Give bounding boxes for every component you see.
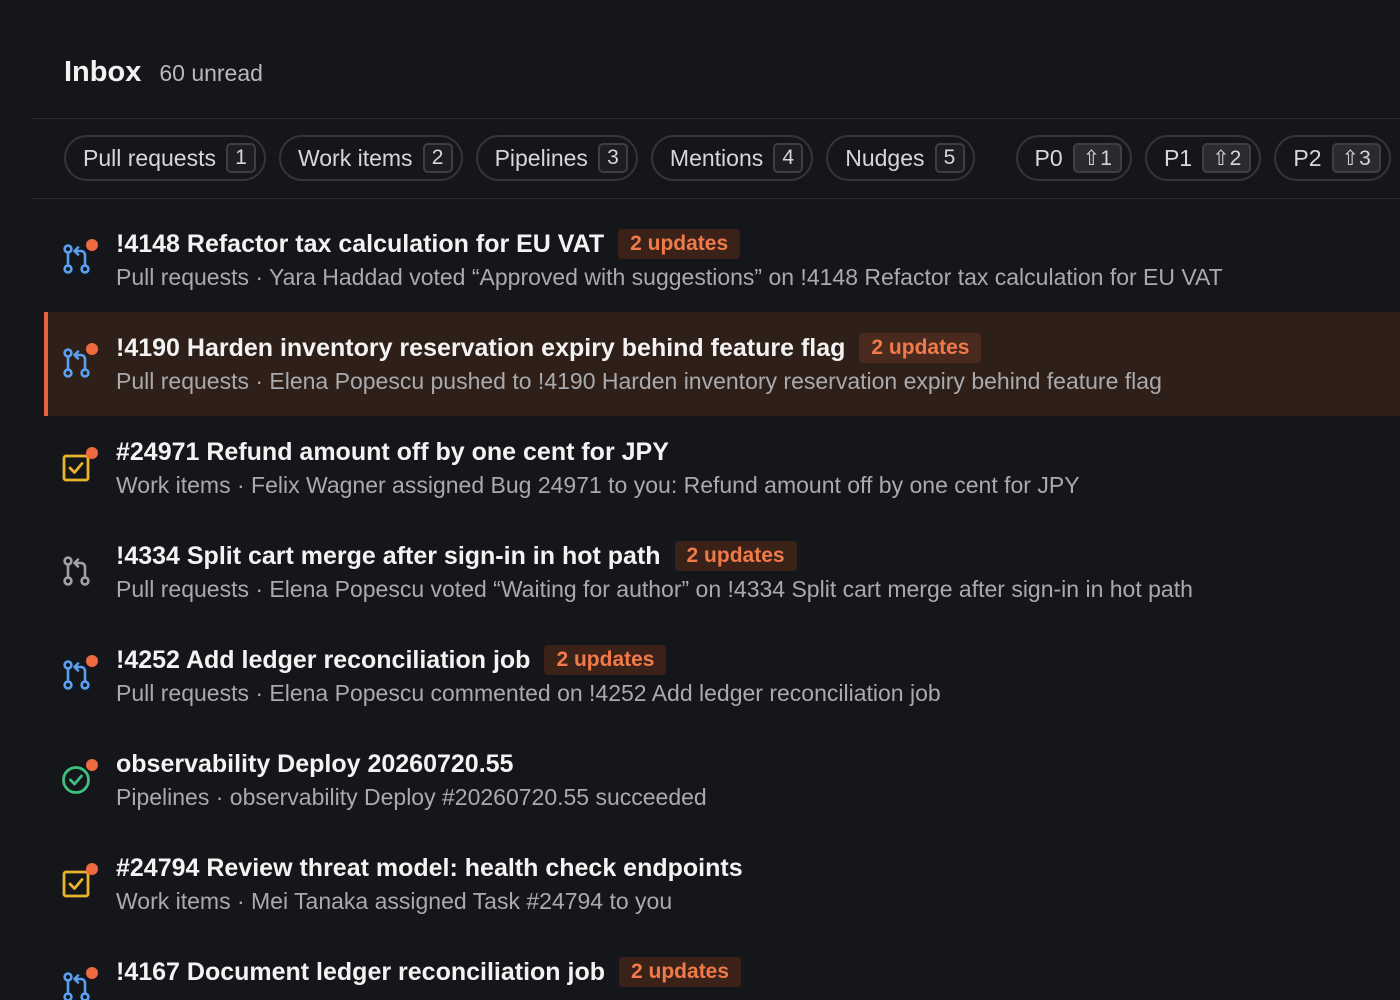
updates-badge: 2 updates bbox=[544, 645, 667, 675]
filter-count: 4 bbox=[773, 143, 804, 173]
check-circle-icon bbox=[60, 759, 98, 796]
notification-row[interactable]: #24971 Refund amount off by one cent for… bbox=[44, 416, 1400, 520]
filter-mentions[interactable]: Mentions 4 bbox=[650, 135, 814, 181]
filter-pipelines[interactable]: Pipelines 3 bbox=[475, 135, 638, 181]
filter-label: P1 bbox=[1163, 144, 1193, 171]
notification-title: !4167 Document ledger reconciliation job bbox=[116, 957, 606, 986]
priority-shortcut: ⇧2 bbox=[1202, 143, 1252, 173]
notification-subtitle: Pull requests · Elena Popescu pushed to … bbox=[116, 368, 1162, 394]
priority-shortcut: ⇧3 bbox=[1331, 143, 1381, 173]
unread-dot bbox=[86, 655, 98, 667]
unread-dot bbox=[86, 967, 98, 979]
unread-dot bbox=[86, 863, 98, 875]
notification-row[interactable]: !4252 Add ledger reconciliation job 2 up… bbox=[44, 624, 1400, 728]
notification-subtitle: Pull requests · Elena Popescu voted “Wai… bbox=[116, 576, 1193, 602]
filter-work-items[interactable]: Work items 2 bbox=[278, 135, 463, 181]
updates-badge: 2 updates bbox=[674, 541, 797, 571]
pull-request-icon bbox=[60, 655, 98, 692]
notification-subtitle: Pull requests · Elena Popescu commented … bbox=[116, 680, 941, 706]
notification-subtitle: Work items · Felix Wagner assigned Bug 2… bbox=[116, 472, 1080, 498]
filter-priority-p1[interactable]: P1 ⇧2 bbox=[1144, 135, 1262, 181]
filter-label: Nudges bbox=[845, 144, 925, 171]
notification-title: !4190 Harden inventory reservation expir… bbox=[116, 333, 846, 362]
inbox-page: Inbox 60 unread Pull requests 1 Work ite… bbox=[0, 0, 1400, 1000]
notification-title: #24971 Refund amount off by one cent for… bbox=[116, 437, 669, 466]
filter-label: P2 bbox=[1293, 144, 1322, 171]
filter-count: 2 bbox=[422, 143, 453, 173]
updates-badge: 2 updates bbox=[619, 957, 742, 987]
notification-title: !4334 Split cart merge after sign-in in … bbox=[116, 541, 661, 570]
filter-priority-p0[interactable]: P0 ⇧1 bbox=[1015, 135, 1132, 181]
updates-badge: 2 updates bbox=[859, 333, 982, 363]
notification-subtitle: Pull requests · Yara Haddad voted “Appro… bbox=[116, 264, 1223, 290]
notification-title: !4148 Refactor tax calculation for EU VA… bbox=[116, 229, 605, 258]
filter-label: P0 bbox=[1034, 144, 1063, 171]
notification-subtitle: Work items · Mei Tanaka assigned Task #2… bbox=[116, 888, 673, 914]
notification-title: observability Deploy 20260720.55 bbox=[116, 749, 514, 778]
priority-shortcut: ⇧1 bbox=[1072, 143, 1122, 173]
notification-row[interactable]: !4167 Document ledger reconciliation job… bbox=[44, 936, 1400, 1000]
filter-count: 5 bbox=[934, 143, 965, 173]
header-divider bbox=[32, 118, 1400, 119]
filter-nudges[interactable]: Nudges 5 bbox=[826, 135, 975, 181]
filter-count: 3 bbox=[597, 143, 628, 173]
filter-label: Pipelines bbox=[494, 144, 588, 171]
filter-divider bbox=[32, 198, 1400, 199]
notification-row[interactable]: !4148 Refactor tax calculation for EU VA… bbox=[44, 208, 1400, 312]
pull-request-icon bbox=[60, 343, 98, 380]
notification-row[interactable]: !4334 Split cart merge after sign-in in … bbox=[44, 520, 1400, 624]
unread-dot bbox=[86, 239, 98, 251]
notification-list: !4148 Refactor tax calculation for EU VA… bbox=[44, 208, 1400, 1000]
unread-dot bbox=[86, 759, 98, 771]
notification-row[interactable]: !4190 Harden inventory reservation expir… bbox=[44, 312, 1400, 416]
unread-dot bbox=[86, 343, 98, 355]
notification-row[interactable]: observability Deploy 20260720.55 Pipelin… bbox=[44, 728, 1400, 832]
notification-title: #24794 Review threat model: health check… bbox=[116, 853, 743, 882]
notification-subtitle: Pipelines · observability Deploy #202607… bbox=[116, 784, 707, 810]
page-title: Inbox bbox=[64, 56, 142, 88]
unread-dot bbox=[86, 447, 98, 459]
notification-title: !4252 Add ledger reconciliation job bbox=[116, 645, 531, 674]
pull-request-icon bbox=[60, 554, 94, 588]
filter-bar: Pull requests 1 Work items 2 Pipelines 3… bbox=[64, 135, 1391, 181]
updates-badge: 2 updates bbox=[618, 229, 741, 259]
unread-count: 60 unread bbox=[159, 60, 263, 86]
pull-request-icon bbox=[60, 239, 98, 276]
filter-pull-requests[interactable]: Pull requests 1 bbox=[64, 135, 266, 181]
filter-priority-p2[interactable]: P2 ⇧3 bbox=[1274, 135, 1391, 181]
pull-request-icon bbox=[60, 967, 98, 1000]
task-checkbox-icon bbox=[60, 447, 98, 484]
filter-label: Mentions bbox=[669, 144, 764, 171]
notification-row[interactable]: #24794 Review threat model: health check… bbox=[44, 832, 1400, 936]
filter-label: Work items bbox=[297, 144, 413, 171]
inbox-header: Inbox 60 unread bbox=[64, 56, 263, 96]
filter-count: 1 bbox=[225, 143, 256, 173]
task-checkbox-icon bbox=[60, 863, 98, 900]
filter-label: Pull requests bbox=[83, 144, 216, 171]
